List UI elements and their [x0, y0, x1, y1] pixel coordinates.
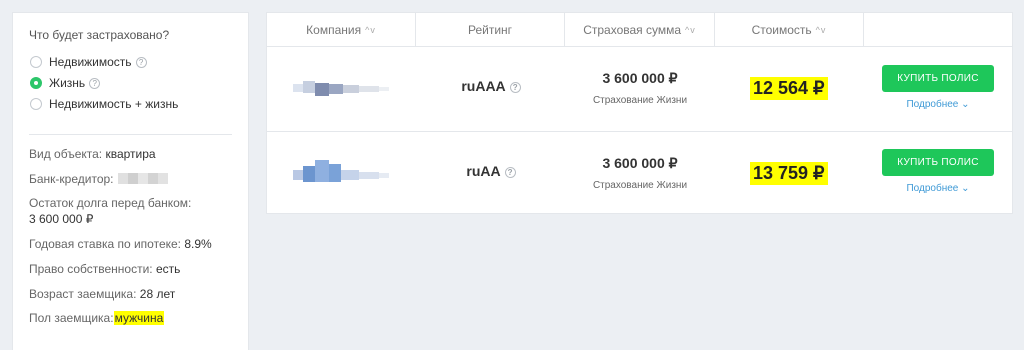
insured-sum: 3 600 000 ₽ Страхование Жизни	[592, 70, 688, 106]
divider	[29, 134, 232, 135]
column-price[interactable]: Стоимость ^v	[715, 13, 864, 47]
column-sum[interactable]: Страховая сумма ^v	[565, 13, 715, 47]
rating: ruAA?	[416, 163, 566, 179]
radio-property[interactable]	[30, 56, 42, 68]
column-rating: Рейтинг	[416, 13, 565, 47]
sort-icon[interactable]: ^v	[816, 25, 827, 35]
option-property-label: Недвижимость	[49, 55, 132, 69]
option-life-label: Жизнь	[49, 76, 86, 90]
sort-icon[interactable]: ^v	[685, 25, 696, 35]
help-icon[interactable]: ?	[504, 167, 516, 178]
radio-life[interactable]	[30, 77, 42, 89]
help-icon[interactable]: ?	[509, 82, 521, 93]
gender-value: мужчина	[113, 311, 165, 325]
debt-info: Остаток долга перед банком: 3 600 000 ₽	[29, 196, 192, 226]
column-company[interactable]: Компания ^v	[267, 13, 416, 47]
results-table: Компания ^v Рейтинг Страховая сумма ^v Сто…	[266, 12, 1013, 214]
age-info: Возраст заемщика: 28 лет	[29, 287, 176, 301]
sort-icon[interactable]: ^v	[365, 25, 376, 35]
rate-info: Годовая ставка по ипотеке: 8.9%	[29, 237, 212, 251]
table-header: Компания ^v Рейтинг Страховая сумма ^v Сто…	[267, 13, 1012, 47]
ownership-info: Право собственности: есть	[29, 262, 181, 276]
table-row: ruAA? 3 600 000 ₽ Страхование Жизни 13 7…	[267, 131, 1012, 215]
option-property-life[interactable]: Недвижимость + жизнь	[30, 97, 178, 111]
object-type-info: Вид объекта: квартира	[29, 147, 156, 161]
price: 12 564 ₽	[750, 77, 828, 100]
help-icon[interactable]: ?	[135, 56, 147, 68]
radio-property-life[interactable]	[30, 98, 42, 110]
details-link[interactable]: Подробнее ⌄	[882, 99, 994, 110]
company-logo-blurred	[293, 81, 389, 96]
insured-object-question: Что будет застраховано?	[29, 28, 170, 42]
buy-policy-button[interactable]: КУПИТЬ ПОЛИС	[882, 65, 994, 92]
gender-info: Пол заемщика:мужчина	[29, 311, 165, 325]
insured-sum: 3 600 000 ₽ Страхование Жизни	[592, 155, 688, 191]
price: 13 759 ₽	[750, 162, 828, 185]
option-life[interactable]: Жизнь ?	[30, 76, 101, 90]
company-logo-blurred	[293, 160, 389, 182]
filter-panel: Что будет застраховано? Недвижимость ? Ж…	[12, 12, 249, 350]
help-icon[interactable]: ?	[89, 77, 101, 89]
details-link[interactable]: Подробнее ⌄	[882, 183, 994, 194]
table-row: ruAAA? 3 600 000 ₽ Страхование Жизни 12 …	[267, 47, 1012, 131]
option-property[interactable]: Недвижимость ?	[30, 55, 147, 69]
bank-name-blurred	[117, 173, 168, 184]
buy-policy-button[interactable]: КУПИТЬ ПОЛИС	[882, 149, 994, 176]
bank-info: Банк-кредитор:	[29, 171, 239, 187]
rating: ruAAA?	[416, 78, 566, 94]
option-property-life-label: Недвижимость + жизнь	[49, 97, 179, 111]
